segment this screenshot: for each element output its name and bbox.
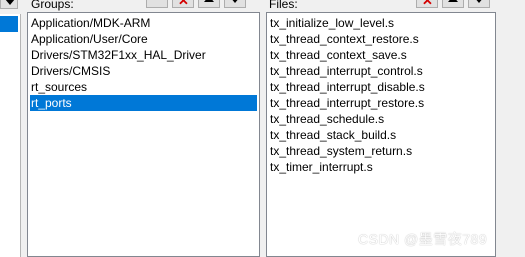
groups-label: Groups: (31, 0, 74, 11)
move-down-icon (474, 0, 484, 3)
delete-icon: ✕ (178, 0, 189, 8)
groups-list[interactable]: Application/MDK-ARM Application/User/Cor… (27, 12, 260, 257)
move-down-icon (230, 0, 240, 3)
left-list[interactable] (0, 14, 21, 257)
delete-file-button[interactable]: ✕ (416, 0, 438, 8)
file-item[interactable]: tx_initialize_low_level.s (269, 15, 493, 31)
new-group-button[interactable]: ⋯ (146, 0, 168, 8)
move-file-up-button[interactable] (442, 0, 464, 8)
move-up-icon (204, 0, 214, 2)
file-item[interactable]: tx_thread_context_restore.s (269, 31, 493, 47)
move-down-icon (5, 0, 15, 5)
group-item[interactable]: Drivers/STM32F1xx_HAL_Driver (30, 47, 257, 63)
files-list[interactable]: tx_initialize_low_level.s tx_thread_cont… (266, 12, 496, 257)
watermark: CSDN @墨雪夜789 (358, 231, 488, 247)
delete-group-button[interactable]: ✕ (172, 0, 194, 8)
group-item-selected[interactable]: rt_ports (30, 95, 257, 111)
file-item[interactable]: tx_timer_interrupt.s (269, 159, 493, 175)
file-item[interactable]: tx_thread_interrupt_disable.s (269, 79, 493, 95)
move-down-button-left[interactable] (0, 0, 18, 9)
left-list-selected-item[interactable] (0, 16, 18, 32)
move-up-icon (448, 0, 458, 2)
left-panel (0, 0, 22, 257)
group-item[interactable]: Drivers/CMSIS (30, 63, 257, 79)
delete-icon: ✕ (422, 0, 433, 8)
file-item[interactable]: tx_thread_context_save.s (269, 47, 493, 63)
files-label: Files: (269, 0, 298, 11)
file-item[interactable]: tx_thread_interrupt_restore.s (269, 95, 493, 111)
group-item[interactable]: rt_sources (30, 79, 257, 95)
move-group-down-button[interactable] (224, 0, 246, 8)
group-item[interactable]: Application/MDK-ARM (30, 15, 257, 31)
file-item[interactable]: tx_thread_interrupt_control.s (269, 63, 493, 79)
file-item[interactable]: tx_thread_stack_build.s (269, 127, 493, 143)
file-item[interactable]: tx_thread_system_return.s (269, 143, 493, 159)
file-item[interactable]: tx_thread_schedule.s (269, 111, 493, 127)
move-file-down-button[interactable] (468, 0, 490, 8)
group-item[interactable]: Application/User/Core (30, 31, 257, 47)
move-group-up-button[interactable] (198, 0, 220, 8)
new-icon: ⋯ (151, 0, 162, 4)
